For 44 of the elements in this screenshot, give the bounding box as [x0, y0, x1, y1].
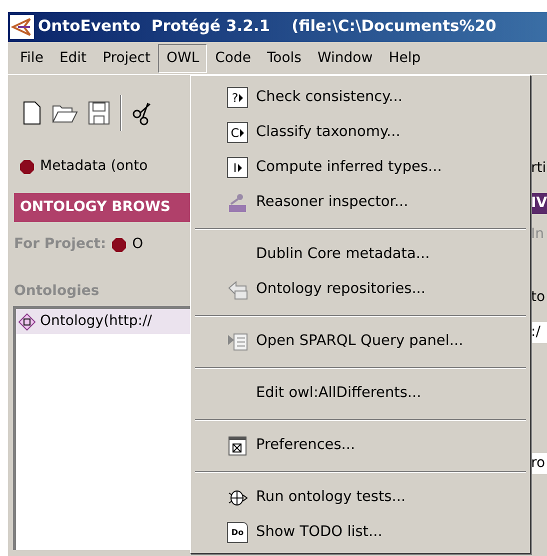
panel-header: ONTOLOGY BROWS: [14, 193, 190, 222]
menu-option[interactable]: Reasoner inspector...: [191, 185, 530, 220]
menu-option[interactable]: Preferences...: [191, 428, 530, 463]
panel-text: rti: [531, 159, 547, 178]
new-file-icon: [22, 100, 42, 124]
panel-text: ro: [531, 453, 547, 474]
panel-text: :/: [531, 322, 547, 343]
menu-item[interactable]: Project: [94, 44, 158, 72]
check-icon: ?: [227, 87, 248, 108]
menu-option[interactable]: Open SPARQL Query panel...: [191, 324, 530, 359]
save-icon: [88, 100, 110, 124]
menu-option[interactable]: Ontology repositories...: [191, 272, 530, 307]
back-arrow-icon: [227, 279, 248, 300]
menu-option[interactable]: I Compute inferred types...: [191, 150, 530, 185]
panel-text: to: [531, 288, 546, 307]
menu-option[interactable]: ? Check consistency...: [191, 80, 530, 115]
classify-icon: C: [227, 122, 248, 143]
project-name: O: [132, 235, 144, 254]
section-label: Ontologies: [13, 282, 100, 301]
window-title: OntoEvento Protégé 3.2.1 (file:\C:\Documents%20: [38, 16, 496, 38]
octagon-icon: [20, 160, 34, 174]
panel-tab[interactable]: Metadata (onto: [40, 156, 148, 177]
menu-item[interactable]: File: [12, 44, 52, 72]
menu-item[interactable]: Tools: [258, 44, 310, 72]
query-panel-icon: [227, 331, 248, 352]
menu-item[interactable]: OWL: [158, 44, 208, 72]
menu-item[interactable]: Code: [207, 44, 259, 72]
compute-icon: I: [227, 157, 248, 178]
menu-option[interactable]: C Classify taxonomy...: [191, 115, 530, 150]
diamond-icon: [18, 312, 36, 330]
todo-document-icon: Do: [227, 522, 248, 543]
menu-option[interactable]: Dublin Core metadata...: [191, 237, 530, 272]
menu-item[interactable]: Help: [380, 44, 429, 72]
octagon-icon: [112, 238, 126, 252]
menu-item[interactable]: Window: [309, 44, 381, 72]
menu-item[interactable]: Edit: [51, 44, 95, 72]
menu-option[interactable]: Run ontology tests...: [191, 480, 530, 515]
menu-option[interactable]: Edit owl:AllDifferents...: [191, 376, 530, 411]
app-logo-icon: [10, 15, 34, 39]
menu-option[interactable]: Do Show TODO list...: [191, 515, 530, 550]
panel-text: IV: [531, 193, 547, 214]
panel-text: In: [531, 225, 546, 244]
project-label: For Project:: [14, 235, 106, 254]
window-icon: [227, 435, 248, 456]
